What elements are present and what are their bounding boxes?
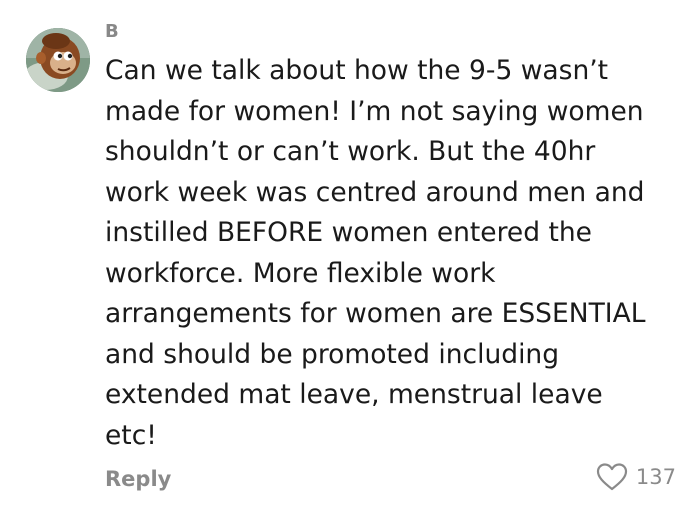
like-count: 137 [635,465,676,489]
comment-author[interactable]: B [105,21,119,42]
like-button[interactable]: 137 [596,462,676,492]
user-avatar[interactable] [26,28,90,92]
monkey-puppet-avatar-icon [26,28,90,92]
heart-outline-icon [596,463,628,491]
comment-text: Can we talk about how the 9-5 wasn’t mad… [105,55,646,451]
comment-card: B Can we talk about how the 9-5 wasn’t m… [0,0,700,512]
reply-button[interactable]: Reply [105,467,171,491]
